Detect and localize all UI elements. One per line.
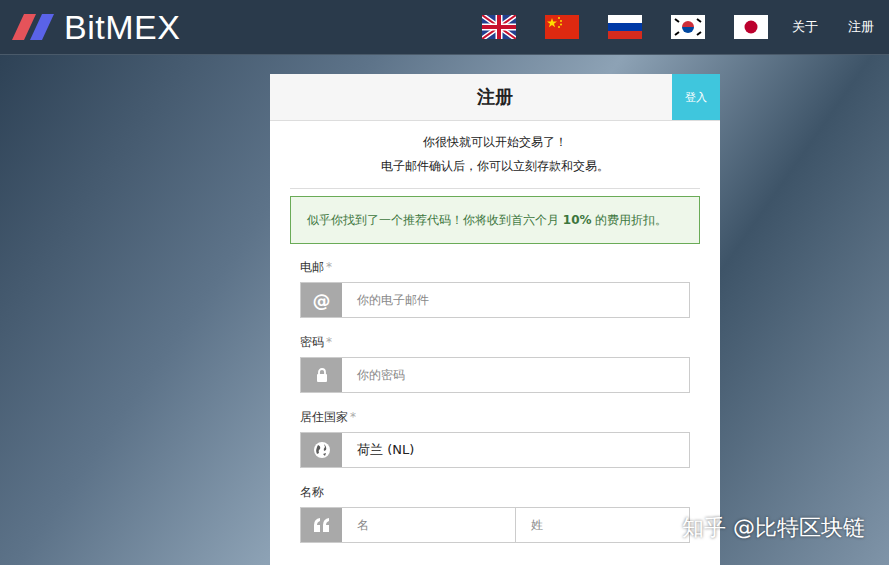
email-input[interactable]: 你的电子邮件	[342, 283, 689, 317]
russia-flag-icon[interactable]	[608, 15, 642, 39]
required-mark: *	[326, 260, 332, 274]
watermark: 知乎 @比特区块链	[682, 513, 865, 543]
page: BitMEX关于注册注册登入你很快就可以开始交易了！电子邮件确认后，你可以立刻存…	[0, 0, 889, 565]
china-flag-icon[interactable]	[545, 15, 579, 39]
input-group: 名姓	[300, 507, 690, 543]
required-mark: *	[350, 410, 356, 424]
nav-link[interactable]: 关于	[792, 18, 818, 36]
country-select[interactable]: 荷兰 (NL)	[342, 433, 689, 467]
field-label: 名称	[300, 484, 690, 501]
form-field: 密码* 你的密码	[300, 334, 690, 393]
top-bar: BitMEX 关于 注册	[0, 0, 889, 55]
intro-line: 你很快就可以开始交易了！	[270, 130, 720, 154]
form-field: 电邮* @ 你的电子邮件	[300, 259, 690, 318]
uk-flag-icon[interactable]	[482, 15, 516, 39]
language-flags	[482, 15, 768, 39]
input-addon	[301, 358, 342, 392]
card-title: 注册	[477, 85, 513, 109]
lock-icon	[316, 368, 328, 382]
form-field: 名称名姓	[300, 484, 690, 543]
divider	[290, 188, 700, 189]
input-group: 你的密码	[300, 357, 690, 393]
referral-notice: 似乎你找到了一个推荐代码！你将收到首六个月 10% 的费用折扣。	[290, 196, 700, 244]
intro-line: 电子邮件确认后，你可以立刻存款和交易。	[270, 154, 720, 178]
input-group: @ 你的电子邮件	[300, 282, 690, 318]
required-mark: *	[326, 335, 332, 349]
field-label: 密码*	[300, 334, 690, 351]
input-addon	[301, 508, 342, 542]
intro-text: 你很快就可以开始交易了！电子邮件确认后，你可以立刻存款和交易。	[270, 121, 720, 178]
field-label: 居住国家*	[300, 409, 690, 426]
card-header: 注册 登入	[270, 74, 720, 121]
top-nav: 关于 注册	[792, 18, 874, 36]
japan-flag-icon[interactable]	[734, 15, 768, 39]
korea-flag-icon[interactable]	[671, 15, 705, 39]
password-input[interactable]: 你的密码	[342, 358, 689, 392]
name-input[interactable]: 名	[342, 508, 515, 542]
login-button[interactable]: 登入	[672, 74, 720, 120]
name-input[interactable]: 姓	[515, 508, 689, 542]
quote-icon	[313, 518, 331, 532]
form: 电邮* @ 你的电子邮件密码* 你的密码居住国家* 荷兰 (NL) 名称名姓	[270, 244, 720, 543]
input-group: 荷兰 (NL)	[300, 432, 690, 468]
logo[interactable]: BitMEX	[12, 8, 482, 47]
at-icon: @	[313, 290, 331, 311]
register-card: 注册登入你很快就可以开始交易了！电子邮件确认后，你可以立刻存款和交易。似乎你找到…	[270, 74, 720, 565]
input-addon	[301, 433, 342, 467]
logo-text: BitMEX	[64, 8, 180, 47]
input-addon: @	[301, 283, 342, 317]
field-label: 电邮*	[300, 259, 690, 276]
logo-slashes-icon	[12, 12, 58, 42]
nav-link[interactable]: 注册	[848, 18, 874, 36]
form-field: 居住国家* 荷兰 (NL)	[300, 409, 690, 468]
background-photo: 注册登入你很快就可以开始交易了！电子邮件确认后，你可以立刻存款和交易。似乎你找到…	[0, 55, 889, 565]
globe-icon	[313, 441, 331, 459]
